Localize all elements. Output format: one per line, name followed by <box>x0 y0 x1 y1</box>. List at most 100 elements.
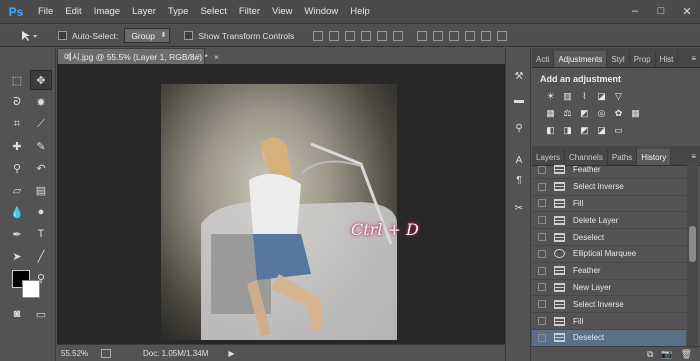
brush-tool-icon[interactable]: ✎ <box>30 136 52 156</box>
hue-saturation-icon[interactable]: ▦ <box>544 107 557 120</box>
history-source-checkbox[interactable] <box>538 182 546 191</box>
crop-tool-icon[interactable]: ⌗ <box>6 114 28 134</box>
history-source-checkbox[interactable] <box>538 249 546 258</box>
new-snapshot-icon[interactable]: 📷 <box>661 349 672 360</box>
history-item[interactable]: Fill <box>532 313 686 330</box>
distribute-left-icon[interactable] <box>465 30 476 41</box>
type-tool-icon[interactable]: T <box>30 224 52 244</box>
tools-settings-icon[interactable]: ✂ <box>511 200 527 216</box>
pen-tool-icon[interactable]: ✒ <box>6 224 28 244</box>
history-source-checkbox[interactable] <box>538 216 546 225</box>
history-item[interactable]: Deselect <box>532 229 686 246</box>
history-scrollbar[interactable] <box>687 162 698 348</box>
dodge-tool-icon[interactable]: ● <box>30 202 52 222</box>
history-item[interactable]: Select Inverse <box>532 296 686 314</box>
history-panel-menu-icon[interactable]: ≡ <box>691 152 696 161</box>
tool-presets-icon[interactable]: ⚒ <box>511 68 527 84</box>
history-source-checkbox[interactable] <box>538 165 546 174</box>
history-item[interactable]: Elliptical Marquee <box>532 246 686 263</box>
clone-stamp-icon[interactable]: ⚲ <box>6 158 28 178</box>
auto-select-checkbox[interactable] <box>58 31 67 40</box>
transform-controls-checkbox[interactable] <box>184 31 194 40</box>
move-tool-icon[interactable]: ✥ <box>30 70 52 90</box>
close-icon[interactable]: ✕ <box>678 3 696 19</box>
panel-menu-icon[interactable]: ≡ <box>691 54 696 63</box>
document-info-icon[interactable] <box>101 348 111 358</box>
history-source-checkbox[interactable] <box>538 199 546 208</box>
status-menu-arrow-icon[interactable]: ▶ <box>228 349 234 358</box>
auto-select-dropdown[interactable]: Group ⬍ <box>124 28 171 43</box>
quick-mask-icon[interactable]: ◙ <box>6 304 28 324</box>
distribute-top-icon[interactable] <box>417 30 428 41</box>
history-scroll-thumb[interactable] <box>689 226 696 262</box>
history-item[interactable]: Feather <box>532 263 686 280</box>
menu-file[interactable]: File <box>32 6 59 17</box>
menu-edit[interactable]: Edit <box>59 6 87 17</box>
tab-histogram[interactable]: Hist <box>656 51 679 67</box>
menu-image[interactable]: Image <box>88 6 126 17</box>
background-color-swatch[interactable] <box>22 280 40 298</box>
paragraph-panel-icon[interactable]: ¶ <box>511 172 527 188</box>
menu-layer[interactable]: Layer <box>126 6 162 17</box>
character-panel-icon[interactable]: A <box>511 152 527 168</box>
menu-select[interactable]: Select <box>194 6 232 17</box>
distribute-bottom-icon[interactable] <box>449 30 460 41</box>
history-source-checkbox[interactable] <box>538 266 546 275</box>
vibrance-icon[interactable]: ▽ <box>612 90 625 103</box>
distribute-vcenter-icon[interactable] <box>433 30 444 41</box>
align-vcenter-icon[interactable] <box>329 30 340 41</box>
color-lookup-icon[interactable]: ▦ <box>629 107 642 120</box>
eraser-icon[interactable]: ▱ <box>6 180 28 200</box>
invert-icon[interactable]: ◧ <box>544 124 557 137</box>
selective-color-icon[interactable]: ◪ <box>595 124 608 137</box>
distribute-hcenter-icon[interactable] <box>481 30 492 41</box>
curves-icon[interactable]: ⌇ <box>578 90 591 103</box>
history-item[interactable]: Fill <box>532 196 686 213</box>
path-selection-icon[interactable]: ➤ <box>6 246 28 266</box>
color-balance-icon[interactable]: ⚖ <box>561 107 574 120</box>
new-document-from-state-icon[interactable]: ⧉ <box>647 349 653 360</box>
history-source-checkbox[interactable] <box>538 317 546 326</box>
maximize-icon[interactable]: □ <box>652 3 670 19</box>
tab-adjustments[interactable]: Adjustments <box>554 51 608 67</box>
tab-actions[interactable]: Acti <box>532 51 555 67</box>
photo-filter-icon[interactable]: ◎ <box>595 107 608 120</box>
canvas-area[interactable]: Ctrl + D <box>57 64 527 344</box>
align-right-icon[interactable] <box>393 30 404 41</box>
distribute-right-icon[interactable] <box>497 30 508 41</box>
history-brush-icon[interactable]: ↶ <box>30 158 52 178</box>
menu-filter[interactable]: Filter <box>233 6 266 17</box>
history-item-selected[interactable]: Deselect <box>532 329 686 347</box>
channel-mixer-icon[interactable]: ✿ <box>612 107 625 120</box>
history-item[interactable]: Feather <box>532 162 686 179</box>
levels-icon[interactable]: ▥ <box>561 90 574 103</box>
gradient-map-icon[interactable]: ▭ <box>612 124 625 137</box>
tab-styles[interactable]: Styl <box>607 51 630 67</box>
blur-tool-icon[interactable]: 💧 <box>6 202 28 222</box>
lasso-tool-icon[interactable]: ᘐ <box>6 92 28 112</box>
menu-help[interactable]: Help <box>344 6 376 17</box>
history-item[interactable]: Select Inverse <box>532 179 686 196</box>
line-tool-icon[interactable]: ╱ <box>30 246 52 266</box>
delete-state-icon[interactable]: 🗑 <box>681 349 692 360</box>
exposure-icon[interactable]: ◪ <box>595 90 608 103</box>
align-bottom-icon[interactable] <box>345 30 356 41</box>
brush-presets-icon[interactable]: ▬ <box>511 92 527 108</box>
brightness-contrast-icon[interactable]: ☀ <box>544 90 557 103</box>
menu-type[interactable]: Type <box>162 6 195 17</box>
zoom-level[interactable]: 55.52% <box>61 349 93 358</box>
magic-wand-icon[interactable]: ✸ <box>30 92 52 112</box>
history-item[interactable]: New Layer <box>532 280 686 297</box>
history-source-checkbox[interactable] <box>538 333 546 342</box>
history-source-checkbox[interactable] <box>538 233 546 242</box>
screen-mode-icon[interactable]: ▭ <box>30 304 52 324</box>
tab-properties[interactable]: Prop <box>630 51 656 67</box>
marquee-tool-icon[interactable]: ⬚ <box>6 70 28 90</box>
move-tool-preset-icon[interactable] <box>16 27 42 45</box>
clone-source-icon[interactable]: ⚲ <box>511 120 527 136</box>
history-source-checkbox[interactable] <box>538 283 546 292</box>
close-document-icon[interactable]: × <box>214 52 219 62</box>
black-white-icon[interactable]: ◩ <box>578 107 591 120</box>
healing-brush-icon[interactable]: ✚ <box>6 136 28 156</box>
align-hcenter-icon[interactable] <box>377 30 388 41</box>
